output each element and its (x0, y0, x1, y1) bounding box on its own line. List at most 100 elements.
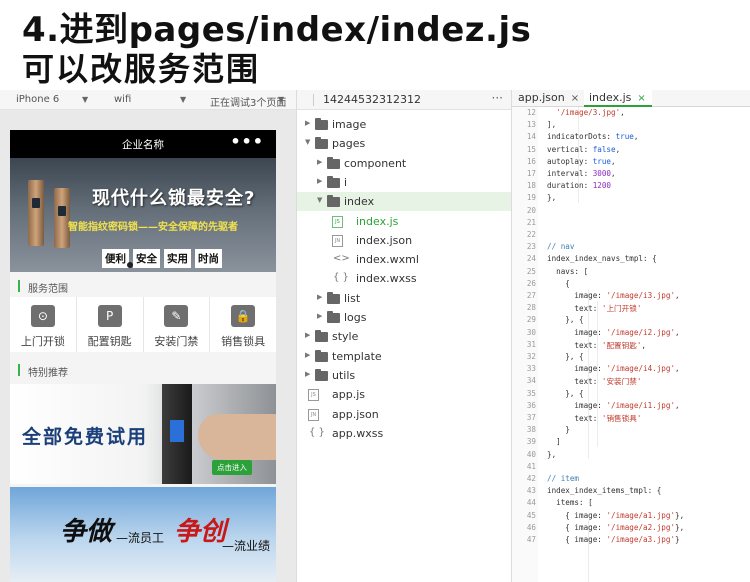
code-line[interactable]: 19}, (512, 193, 750, 205)
code-line[interactable]: 40}, (512, 450, 750, 462)
phone-screen: 企业名称 ••• 现代什么锁最安全? 智能指纹密码锁——安全保障的先驱者 便利 … (10, 130, 276, 582)
folder-icon (327, 291, 340, 304)
code-line[interactable]: 45 { image: '/image/a1.jpg'}, (512, 511, 750, 523)
chevron-down-icon[interactable]: ▼ (278, 95, 284, 104)
line-number: 28 (526, 303, 536, 313)
nav-item-keys[interactable]: P 配置钥匙 (77, 297, 144, 352)
code-line[interactable]: 39 ] (512, 437, 750, 449)
nav-item-sell-locks[interactable]: 🔒 销售锁具 (210, 297, 276, 352)
tree-file[interactable]: { } app.wxss (297, 424, 511, 443)
swiper-indicator-dot[interactable] (127, 262, 133, 268)
tab-app-json[interactable]: app.json × (518, 90, 579, 107)
nav-item-unlock[interactable]: ⊙ 上门开锁 (10, 297, 77, 352)
tree-folder-index[interactable]: ▼ index (297, 192, 511, 212)
tree-file[interactable]: JN index.json (297, 231, 511, 250)
close-icon[interactable]: × (571, 93, 579, 104)
code-line[interactable]: 42 // item (512, 474, 750, 486)
code-line[interactable]: 34 text: '安装门禁' (512, 376, 750, 388)
chevron-right-icon[interactable]: ▶ (317, 312, 322, 320)
code-line[interactable]: 37 text: '销售锁具' (512, 413, 750, 425)
code-line[interactable]: 17 interval: 3000, (512, 169, 750, 181)
code-line[interactable]: 28 text: '上门开锁' (512, 303, 750, 315)
device-select[interactable]: iPhone 6 (16, 94, 59, 105)
code-text: text: '配置钥匙', (547, 340, 646, 350)
enter-button[interactable]: 点击进入 (212, 460, 252, 475)
code-line[interactable]: 47 { image: '/image/a3.jpg'} (512, 535, 750, 547)
tab-label: index.js (589, 91, 632, 104)
code-editor[interactable]: 12 '/image/3.jpg', 13], 14 indicatorDots: t… (512, 107, 750, 582)
code-line[interactable]: 25 navs: [ (512, 267, 750, 279)
code-line[interactable]: 18 duration: 1200 (512, 181, 750, 193)
tree-folder-i[interactable]: ▶ i (297, 173, 511, 192)
code-line[interactable]: 14 indicatorDots: true, (512, 132, 750, 144)
chevron-down-icon[interactable]: ▼ (305, 138, 310, 146)
banner-swiper[interactable]: 现代什么锁最安全? 智能指纹密码锁——安全保障的先驱者 便利 安全 实用 时尚 (10, 158, 276, 272)
tree-folder-template[interactable]: ▶ template (297, 347, 511, 366)
more-icon[interactable]: ••• (230, 132, 264, 151)
chevron-right-icon[interactable]: ▶ (317, 293, 322, 301)
tree-file[interactable]: JS app.js (297, 385, 511, 404)
chevron-down-icon[interactable]: ▼ (180, 95, 186, 104)
code-line[interactable]: 27 image: '/image/i3.jpg', (512, 291, 750, 303)
code-text: text: '销售锁具' (547, 414, 642, 423)
banner-subtitle: 智能指纹密码锁——安全保障的先驱者 (68, 222, 238, 233)
code-line[interactable]: 20 (512, 206, 750, 218)
debug-status[interactable]: 正在调试3个页面 (210, 94, 286, 109)
code-line[interactable]: 36 image: '/image/i1.jpg', (512, 401, 750, 413)
chevron-down-icon[interactable]: ▼ (317, 196, 322, 204)
code-line[interactable]: 32 }, { (512, 352, 750, 364)
promo-banner-slogan[interactable]: 争做 —流员工 争创 —流业绩 (10, 487, 276, 582)
chevron-right-icon[interactable]: ▶ (305, 370, 310, 378)
more-options-icon[interactable]: ··· (492, 91, 503, 105)
code-line[interactable]: 31 text: '配置钥匙', (512, 340, 750, 352)
line-number: 22 (526, 230, 536, 239)
line-number: 29 (526, 315, 536, 325)
code-line[interactable]: 46 { image: '/image/a2.jpg'}, (512, 523, 750, 535)
hand-image (198, 414, 276, 460)
tree-file[interactable]: JS index.js (297, 212, 511, 231)
code-line[interactable]: 23 // nav (512, 242, 750, 254)
tree-item-label: app.wxss (332, 426, 384, 440)
code-text: // item (547, 474, 580, 483)
tree-folder-pages[interactable]: ▼ pages (297, 134, 511, 153)
close-icon[interactable]: × (637, 93, 645, 104)
chevron-right-icon[interactable]: ▶ (305, 331, 310, 339)
code-line[interactable]: 26 { (512, 279, 750, 291)
chevron-right-icon[interactable]: ▶ (317, 158, 322, 166)
code-line[interactable]: 43 index_index_items_tmpl: { (512, 486, 750, 498)
code-line[interactable]: 12 '/image/3.jpg', (512, 108, 750, 120)
code-line[interactable]: 33 image: '/image/i4.jpg', (512, 364, 750, 376)
code-line[interactable]: 22 (512, 230, 750, 242)
chevron-right-icon[interactable]: ▶ (317, 177, 322, 185)
chevron-right-icon[interactable]: ▶ (305, 119, 310, 127)
network-select[interactable]: wifi (114, 94, 131, 105)
chevron-down-icon[interactable]: ▼ (82, 95, 88, 104)
tree-folder-utils[interactable]: ▶ utils (297, 366, 511, 385)
code-line[interactable]: 13], (512, 120, 750, 132)
code-line[interactable]: 21 (512, 218, 750, 230)
promo-banner-free-trial[interactable]: 全部免费试用 点击进入 (10, 384, 276, 484)
code-line[interactable]: 30 image: '/image/i2.jpg', (512, 328, 750, 340)
code-line[interactable]: 15 vertical: false, (512, 145, 750, 157)
code-line[interactable]: 35 }, { (512, 389, 750, 401)
code-line[interactable]: 16 autoplay: true, (512, 157, 750, 169)
code-text: interval: 3000, (547, 169, 616, 178)
tab-index-js[interactable]: index.js × (584, 90, 652, 107)
tree-file[interactable]: { } index.wxss (297, 269, 511, 288)
code-line[interactable]: 29 }, { (512, 315, 750, 327)
nav-item-label: 销售锁具 (221, 335, 266, 348)
code-line[interactable]: 24 index_index_navs_tmpl: { (512, 254, 750, 266)
chevron-right-icon[interactable]: ▶ (305, 351, 310, 359)
nav-item-access-control[interactable]: ✎ 安装门禁 (144, 297, 211, 352)
tree-folder-logs[interactable]: ▶ logs (297, 308, 511, 327)
banner-tag: 实用 (164, 249, 191, 268)
code-line[interactable]: 41 (512, 462, 750, 474)
tree-file[interactable]: <> index.wxml (297, 250, 511, 269)
tree-folder-image[interactable]: ▶ image (297, 115, 511, 134)
tree-folder-style[interactable]: ▶ style (297, 327, 511, 346)
tree-folder-component[interactable]: ▶ component (297, 154, 511, 173)
tree-folder-list[interactable]: ▶ list (297, 289, 511, 308)
code-line[interactable]: 44 items: [ (512, 498, 750, 510)
code-line[interactable]: 38 } (512, 425, 750, 437)
tree-file[interactable]: JN app.json (297, 405, 511, 424)
